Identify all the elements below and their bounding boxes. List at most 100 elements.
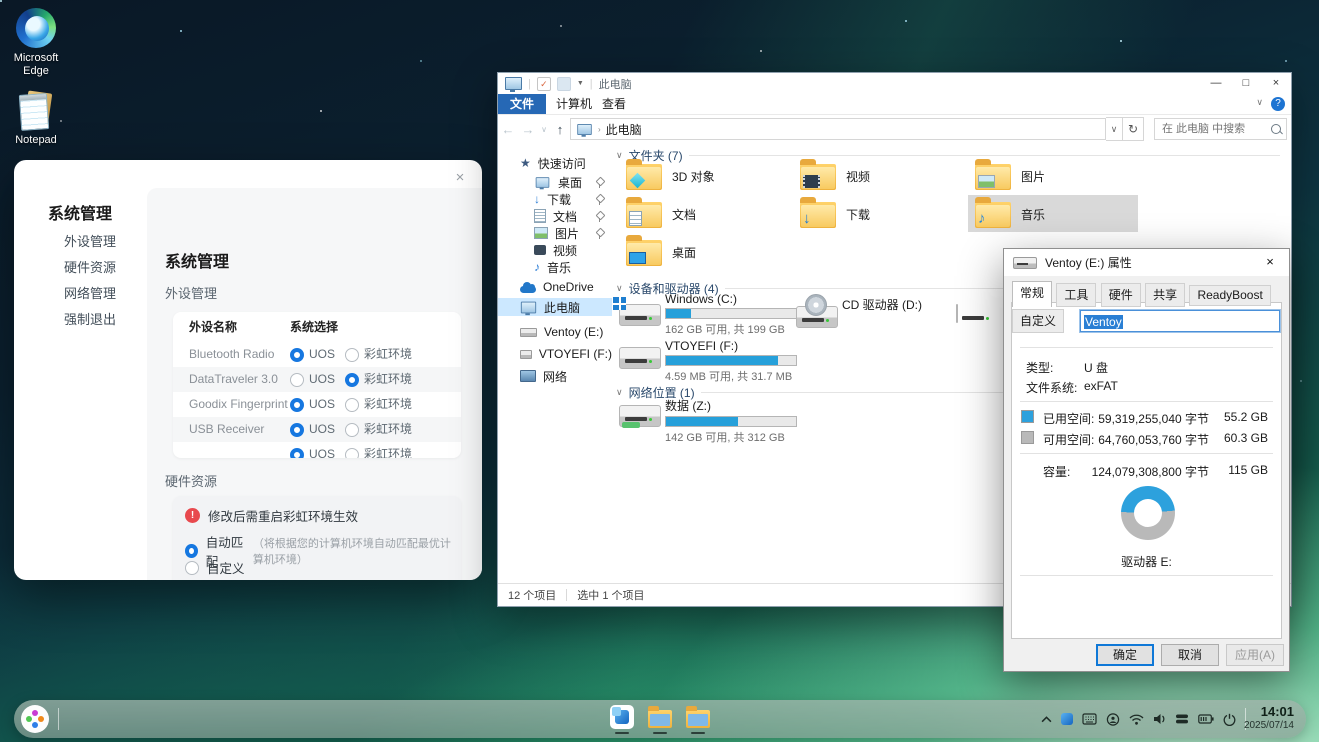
- nav-documents[interactable]: 文档: [498, 207, 612, 225]
- disk-stack-icon[interactable]: [1175, 713, 1189, 725]
- radio-icon[interactable]: [290, 423, 304, 437]
- radio-uos[interactable]: UOS: [290, 367, 335, 392]
- folder-item-desktop[interactable]: 桌面: [626, 235, 696, 266]
- launcher-button[interactable]: [21, 705, 49, 733]
- radio-uos[interactable]: UOS: [290, 417, 335, 442]
- collapse-icon[interactable]: ∨: [616, 387, 623, 398]
- tab-tools[interactable]: 工具: [1056, 283, 1096, 307]
- explorer-titlebar[interactable]: | ✓ ▼ | 此电脑 — □ ×: [498, 73, 1291, 94]
- sidebar-item-network[interactable]: 网络管理: [64, 283, 116, 302]
- folder-item-3d-objects[interactable]: 3D 对象: [626, 159, 715, 190]
- tab-readyboost[interactable]: ReadyBoost: [1189, 285, 1270, 306]
- radio-uos[interactable]: UOS: [290, 392, 335, 417]
- custom-option[interactable]: 自定义: [185, 558, 451, 577]
- close-icon[interactable]: ×: [1259, 253, 1281, 271]
- radio-icon[interactable]: [290, 348, 304, 362]
- desktop-icon-notepad[interactable]: Notepad: [4, 90, 68, 147]
- tab-customize[interactable]: 自定义: [1012, 309, 1064, 333]
- collapse-icon[interactable]: ∨: [616, 150, 623, 161]
- folder-item-pictures[interactable]: 图片: [975, 159, 1045, 190]
- sidebar-item-hardware[interactable]: 硬件资源: [64, 257, 116, 276]
- rainbow-tray-icon[interactable]: [1061, 713, 1073, 725]
- tray-expand-icon[interactable]: [1041, 716, 1052, 723]
- nav-drive-f[interactable]: VTOYEFI (F:): [498, 345, 612, 363]
- forward-icon[interactable]: →: [518, 122, 538, 137]
- folder-item-music[interactable]: ♪ 音乐: [975, 197, 1045, 228]
- nav-onedrive[interactable]: OneDrive: [498, 278, 612, 296]
- radio-uos[interactable]: UOS: [290, 442, 335, 458]
- quick-access-toolbar-dropdown-icon[interactable]: ▼: [577, 80, 584, 87]
- sidebar-item-peripheral[interactable]: 外设管理: [64, 231, 116, 250]
- radio-icon[interactable]: [345, 398, 359, 412]
- sidebar-item-force-quit[interactable]: 强制退出: [64, 309, 116, 328]
- headset-icon[interactable]: [1106, 713, 1120, 726]
- breadcrumb-location[interactable]: 此电脑: [606, 121, 642, 138]
- tab-file[interactable]: 文件: [498, 94, 546, 114]
- minimize-button[interactable]: —: [1201, 73, 1231, 93]
- radio-rainbow[interactable]: 彩虹环境: [345, 392, 412, 417]
- help-icon[interactable]: ?: [1271, 97, 1285, 111]
- tab-general[interactable]: 常规: [1012, 281, 1052, 307]
- nav-videos[interactable]: 视频: [498, 241, 612, 259]
- keyboard-icon[interactable]: [1082, 713, 1097, 725]
- radio-icon[interactable]: [290, 373, 304, 387]
- radio-rainbow[interactable]: 彩虹环境: [345, 367, 412, 392]
- nav-quick-access[interactable]: ★快速访问: [498, 154, 612, 172]
- ok-button[interactable]: 确定: [1096, 644, 1154, 666]
- properties-quick-icon[interactable]: ✓: [537, 77, 551, 91]
- address-dropdown-icon[interactable]: ∨: [1106, 117, 1123, 141]
- group-header-folders[interactable]: ∨ 文件夹 (7): [616, 147, 1280, 164]
- nav-desktop[interactable]: 桌面: [498, 173, 612, 191]
- radio-rainbow[interactable]: 彩虹环境: [345, 417, 412, 442]
- radio-icon[interactable]: [345, 348, 359, 362]
- radio-icon[interactable]: [185, 544, 198, 558]
- folder-item-downloads[interactable]: ↓ 下载: [800, 197, 870, 228]
- nav-network[interactable]: 网络: [498, 367, 612, 385]
- nav-downloads[interactable]: ↓下载: [498, 190, 612, 208]
- close-icon[interactable]: ×: [450, 168, 470, 188]
- wifi-icon[interactable]: [1129, 714, 1144, 725]
- radio-icon[interactable]: [290, 448, 304, 459]
- radio-icon[interactable]: [290, 398, 304, 412]
- tab-sharing[interactable]: 共享: [1145, 283, 1185, 307]
- radio-icon[interactable]: [345, 448, 359, 459]
- maximize-button[interactable]: □: [1231, 73, 1261, 93]
- search-box[interactable]: [1154, 118, 1287, 140]
- battery-icon[interactable]: [1198, 714, 1214, 724]
- nav-pictures[interactable]: 图片: [498, 224, 612, 242]
- recent-locations-icon[interactable]: ∨: [538, 125, 550, 134]
- taskbar-app-rainbow[interactable]: [609, 704, 635, 730]
- search-input[interactable]: [1155, 119, 1270, 139]
- taskbar-clock[interactable]: 14:01 2025/07/14: [1244, 703, 1294, 732]
- nav-this-pc[interactable]: 此电脑: [498, 298, 612, 316]
- folder-item-documents[interactable]: 文档: [626, 197, 696, 228]
- close-button[interactable]: ×: [1261, 73, 1291, 93]
- ribbon-collapse-icon[interactable]: ∨: [1256, 97, 1263, 108]
- properties-titlebar[interactable]: Ventoy (E:) 属性: [1004, 249, 1289, 276]
- radio-icon[interactable]: [185, 561, 199, 575]
- up-icon[interactable]: ↑: [550, 122, 570, 137]
- radio-rainbow[interactable]: 彩虹环境: [345, 342, 412, 367]
- radio-uos[interactable]: UOS: [290, 342, 335, 367]
- breadcrumb[interactable]: › 此电脑: [570, 118, 1106, 140]
- taskbar-app-explorer[interactable]: [647, 704, 673, 730]
- radio-icon[interactable]: [345, 423, 359, 437]
- folder-item-videos[interactable]: 视频: [800, 159, 870, 190]
- back-icon[interactable]: ←: [498, 122, 518, 137]
- tab-view[interactable]: 查看: [590, 94, 638, 114]
- collapse-icon[interactable]: ∨: [616, 283, 623, 294]
- tab-hardware[interactable]: 硬件: [1101, 283, 1141, 307]
- volume-icon[interactable]: [1153, 713, 1166, 725]
- refresh-icon[interactable]: ↻: [1123, 117, 1144, 141]
- taskbar-app-explorer-2[interactable]: [685, 704, 711, 730]
- radio-icon[interactable]: [345, 373, 359, 387]
- drive-item-partial[interactable]: [956, 305, 958, 323]
- new-folder-quick-icon[interactable]: [557, 77, 571, 91]
- cancel-button[interactable]: 取消: [1161, 644, 1219, 666]
- nav-drive-e[interactable]: Ventoy (E:): [498, 323, 612, 341]
- power-icon[interactable]: [1223, 713, 1236, 726]
- nav-music[interactable]: ♪音乐: [498, 258, 612, 276]
- radio-rainbow[interactable]: 彩虹环境: [345, 442, 412, 458]
- volume-label-input[interactable]: Ventoy: [1080, 310, 1280, 332]
- apply-button[interactable]: 应用(A): [1226, 644, 1284, 666]
